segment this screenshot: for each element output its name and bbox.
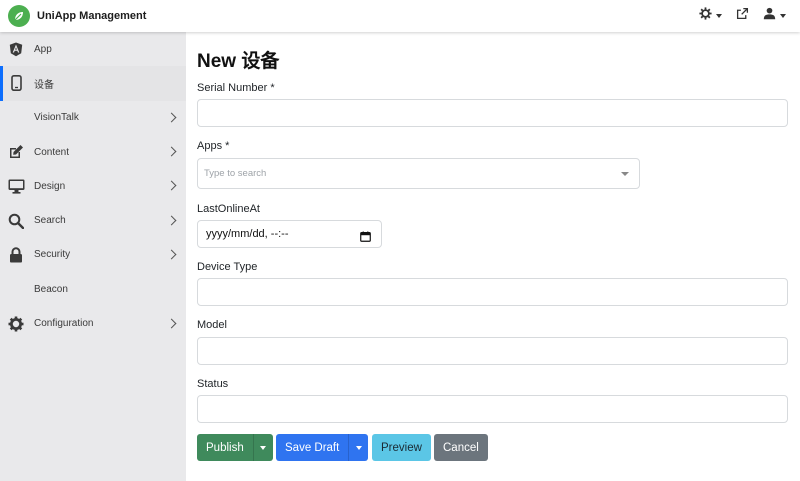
sidebar-item-configuration[interactable]: Configuration — [0, 306, 186, 340]
brand[interactable]: UniApp Management — [8, 5, 146, 27]
save-draft-button[interactable]: Save Draft — [276, 434, 348, 461]
sidebar-item-label: Content — [34, 146, 70, 158]
status-label: Status — [197, 378, 229, 390]
sidebar-item-label: Configuration — [34, 318, 94, 330]
page-title: New 设备 — [197, 51, 280, 72]
apps-placeholder: Type to search — [204, 168, 267, 179]
mobile-icon — [7, 74, 25, 92]
status-input[interactable] — [197, 395, 788, 423]
chevron-down-icon — [780, 14, 786, 18]
sidebar-item-design[interactable]: Design — [0, 169, 186, 203]
last-online-label: LastOnlineAt — [197, 203, 260, 215]
sidebar-item-label: VisionTalk — [34, 112, 79, 124]
app-logo-icon — [8, 5, 30, 27]
cancel-button[interactable]: Cancel — [434, 434, 488, 461]
sidebar-item-content[interactable]: Content — [0, 135, 186, 169]
model-input[interactable] — [197, 337, 788, 365]
search-icon — [7, 212, 25, 230]
sidebar: App 设备 VisionTalk Content Design Search … — [0, 32, 186, 481]
serial-number-input[interactable] — [197, 99, 788, 127]
sidebar-item-label: App — [34, 43, 52, 55]
preview-button-label: Preview — [381, 441, 422, 454]
chevron-right-icon — [166, 112, 177, 123]
chevron-down-icon — [621, 172, 629, 176]
app-title: UniApp Management — [37, 10, 147, 22]
date-value: yyyy/mm/dd, --:-- — [206, 228, 289, 240]
external-link-icon — [736, 7, 749, 25]
sidebar-item-devices[interactable]: 设备 — [0, 66, 186, 101]
publish-button[interactable]: Publish — [197, 434, 253, 461]
chevron-right-icon — [166, 215, 177, 226]
model-label: Model — [197, 319, 227, 331]
sidebar-item-beacon[interactable]: Beacon — [0, 272, 186, 306]
open-site-button[interactable] — [736, 7, 749, 25]
sidebar-item-label: 设备 — [34, 79, 54, 91]
desktop-icon — [7, 177, 25, 195]
apps-select[interactable]: Type to search — [197, 158, 640, 189]
sidebar-item-label: Security — [34, 249, 71, 261]
sidebar-item-label: Design — [34, 180, 66, 192]
cancel-button-label: Cancel — [443, 441, 479, 454]
sidebar-item-security[interactable]: Security — [0, 238, 186, 272]
device-type-label: Device Type — [197, 261, 258, 273]
gear-icon — [699, 7, 712, 25]
publish-dropdown-toggle[interactable] — [252, 434, 273, 461]
main-content: New 设备 Serial Number * Apps * Type to se… — [186, 32, 800, 481]
save-draft-dropdown-toggle[interactable] — [348, 434, 368, 461]
gear-icon — [7, 315, 25, 333]
sidebar-item-label: Beacon — [34, 283, 68, 295]
preview-button[interactable]: Preview — [372, 434, 431, 461]
chevron-down-icon — [260, 445, 267, 450]
device-type-input[interactable] — [197, 278, 788, 306]
sidebar-item-search[interactable]: Search — [0, 203, 186, 237]
calendar-icon[interactable] — [360, 229, 371, 247]
chevron-down-icon — [716, 14, 722, 18]
angular-icon — [7, 40, 25, 58]
settings-menu[interactable] — [699, 7, 722, 25]
publish-button-group: Publish — [197, 434, 273, 461]
lock-icon — [7, 246, 25, 264]
chevron-right-icon — [166, 146, 177, 157]
serial-number-label: Serial Number * — [197, 82, 275, 94]
chevron-right-icon — [166, 180, 177, 191]
chevron-down-icon — [355, 445, 362, 450]
user-icon — [763, 7, 776, 25]
top-navbar: UniApp Management — [0, 0, 800, 32]
sidebar-item-visiontalk[interactable]: VisionTalk — [0, 101, 186, 135]
save-draft-button-group: Save Draft — [276, 434, 369, 461]
last-online-input[interactable]: yyyy/mm/dd, --:-- — [197, 220, 382, 248]
edit-icon — [7, 143, 25, 161]
apps-label: Apps * — [197, 140, 230, 152]
sidebar-item-label: Search — [34, 215, 66, 227]
user-menu[interactable] — [763, 7, 786, 25]
chevron-right-icon — [166, 318, 177, 328]
sidebar-item-app[interactable]: App — [0, 32, 186, 66]
chevron-right-icon — [166, 249, 177, 260]
